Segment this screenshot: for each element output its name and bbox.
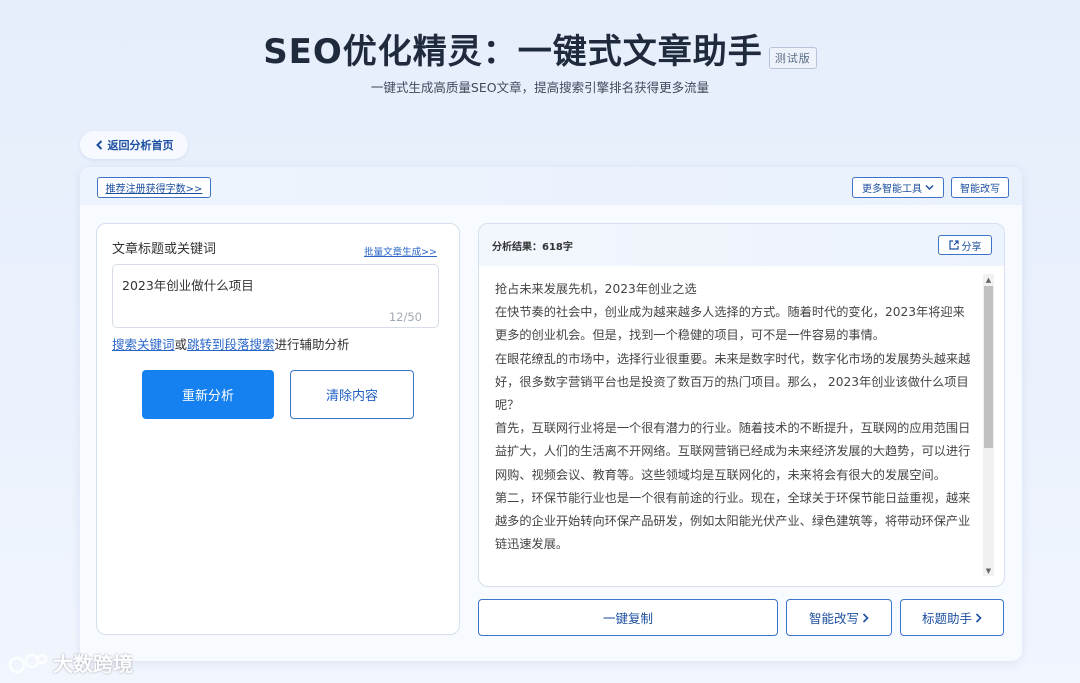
- result-card: 分析结果：618字 分享 抢占未来发展先机，2023年创业之选 在快节奏的社会中…: [478, 223, 1005, 587]
- chevron-right-icon: [975, 612, 982, 623]
- result-word-count: 分析结果：618字: [492, 242, 573, 253]
- batch-generate-link[interactable]: 批量文章生成>>: [364, 244, 437, 258]
- assist-suffix-text: 进行辅助分析: [274, 337, 350, 352]
- page-title-area: SEO优化精灵：一键式文章助手 测试版: [0, 24, 1080, 73]
- share-icon: [948, 240, 959, 250]
- reanalyze-button[interactable]: 重新分析: [142, 370, 274, 419]
- scroll-down-arrow-icon[interactable]: ▼: [983, 565, 994, 576]
- smart-rewrite-label: 智能改写: [808, 611, 859, 626]
- share-label: 分享: [961, 241, 982, 253]
- register-bonus-button[interactable]: 推荐注册获得字数>>: [97, 177, 211, 198]
- page-subtitle: 一键式生成高质量SEO文章，提高搜索引擎排名获得更多流量: [370, 80, 710, 95]
- main-panel: 推荐注册获得字数>> 更多智能工具 智能改写 文章标题或关键词 批量文章生成>>…: [80, 167, 1022, 661]
- article-scrollbar[interactable]: ▲ ▼: [983, 274, 994, 576]
- back-button-label: 返回分析首页: [107, 139, 174, 152]
- article-paragraph: 在快节奏的社会中，创业成为越来越多人选择的方式。随着时代的变化，2023年将迎来…: [495, 305, 965, 343]
- input-card: 文章标题或关键词 批量文章生成>> 2023年创业做什么项目 12/50 搜索关…: [96, 223, 460, 635]
- paragraph-search-link[interactable]: 跳转到段落搜索: [187, 337, 275, 352]
- watermark-logo-icon: [8, 653, 48, 673]
- watermark-text: 大数跨境: [53, 652, 133, 676]
- page-title: SEO优化精灵：一键式文章助手: [263, 32, 763, 72]
- article-paragraph: 抢占未来发展先机，2023年创业之选: [495, 282, 697, 296]
- clear-content-button[interactable]: 清除内容: [290, 370, 414, 419]
- more-tools-dropdown[interactable]: 更多智能工具: [852, 177, 944, 198]
- back-to-home-button[interactable]: 返回分析首页: [80, 131, 188, 159]
- chevron-down-icon: [925, 184, 934, 191]
- article-content: 抢占未来发展先机，2023年创业之选 在快节奏的社会中，创业成为越来越多人选择的…: [495, 278, 973, 578]
- result-header: 分析结果：618字 分享: [479, 224, 1004, 266]
- assist-line: 搜索关键词或跳转到段落搜索进行辅助分析: [112, 334, 350, 353]
- scroll-thumb[interactable]: [984, 286, 993, 448]
- article-paragraph: 在眼花缭乱的市场中，选择行业很重要。未来是数字时代，数字化市场的发展势头越来越好…: [495, 351, 971, 413]
- assist-or-text: 或: [174, 337, 188, 352]
- keyword-input[interactable]: 2023年创业做什么项目 12/50: [112, 264, 439, 328]
- article-paragraph: 首先，互联网行业将是一个很有潜力的行业。随着技术的不断提升，互联网的应用范围日益…: [495, 421, 971, 482]
- keyword-input-value: 2023年创业做什么项目: [122, 278, 254, 293]
- copy-all-button[interactable]: 一键复制: [478, 599, 778, 636]
- beta-badge: 测试版: [768, 47, 817, 69]
- search-keyword-link[interactable]: 搜索关键词: [112, 337, 175, 352]
- share-button[interactable]: 分享: [938, 235, 992, 255]
- keyword-label: 文章标题或关键词: [112, 242, 217, 257]
- article-paragraph: 第二，环保节能行业也是一个很有前途的行业。现在，全球关于环保节能日益重视，越来越…: [495, 490, 971, 552]
- title-helper-label: 标题助手: [921, 611, 972, 626]
- smart-rewrite-button[interactable]: 智能改写: [786, 599, 892, 636]
- panel-toolbar: 推荐注册获得字数>> 更多智能工具 智能改写: [80, 167, 1022, 205]
- smart-rewrite-top-button[interactable]: 智能改写: [951, 177, 1009, 198]
- chevron-left-icon: [95, 140, 102, 150]
- char-counter: 12/50: [388, 310, 422, 324]
- watermark: 大数跨境: [8, 648, 133, 677]
- chevron-right-icon: [862, 612, 869, 623]
- title-helper-button[interactable]: 标题助手: [900, 599, 1004, 636]
- more-tools-label: 更多智能工具: [862, 184, 922, 195]
- scroll-up-arrow-icon[interactable]: ▲: [983, 274, 994, 285]
